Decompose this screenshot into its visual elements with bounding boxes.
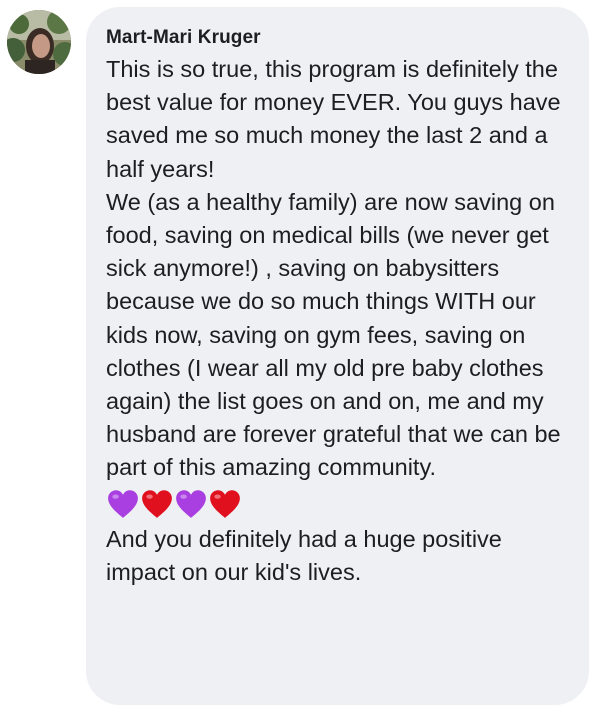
comment-closing: And you definitely had a huge positive i… — [106, 525, 502, 585]
purple-heart-icon — [108, 489, 138, 518]
comment-body: This is so true, this program is definit… — [106, 53, 573, 589]
comment-paragraph-1: This is so true, this program is definit… — [106, 56, 561, 182]
avatar[interactable] — [7, 10, 71, 74]
purple-heart-icon — [176, 489, 206, 518]
red-heart-icon — [142, 489, 172, 518]
emoji-row — [106, 487, 573, 521]
red-heart-icon — [210, 489, 240, 518]
comment-paragraph-2: We (as a healthy family) are now saving … — [106, 188, 561, 481]
profile-photo-icon — [7, 10, 71, 74]
comment-bubble: Mart-Mari Kruger This is so true, this p… — [86, 7, 589, 705]
comment-author[interactable]: Mart-Mari Kruger — [106, 27, 573, 49]
